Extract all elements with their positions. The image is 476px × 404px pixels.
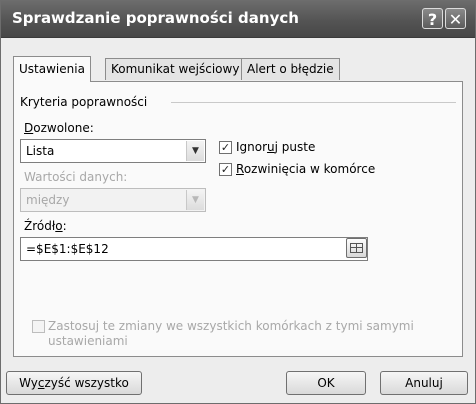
allow-value: Lista [26, 144, 55, 158]
clear-all-button[interactable]: Wyczyść wszystko [6, 371, 142, 395]
cancel-button[interactable]: Anuluj [380, 371, 468, 395]
chevron-down-icon[interactable]: ▼ [186, 190, 204, 210]
data-select[interactable]: między ▼ [20, 188, 206, 212]
data-validation-dialog: Sprawdzanie poprawności danych ? ✕ Ustaw… [0, 0, 476, 404]
dialog-title: Sprawdzanie poprawności danych [12, 9, 299, 27]
close-button[interactable]: ✕ [445, 8, 466, 29]
tab-error-alert[interactable]: Alert o błędzie [241, 58, 340, 80]
allow-label: Dozwolone: [24, 121, 94, 135]
data-value: między [26, 193, 70, 207]
chevron-down-icon[interactable]: ▼ [186, 141, 204, 161]
data-label: Wartości danych: [24, 170, 128, 184]
source-value: =$E$1:$E$12 [26, 242, 109, 256]
ignore-blank-label: Ignoruj puste [236, 140, 316, 154]
title-bar[interactable]: Sprawdzanie poprawności danych ? ✕ [1, 1, 475, 38]
ok-button[interactable]: OK [286, 371, 366, 395]
ignore-blank-checkbox[interactable]: ✓ [219, 141, 232, 154]
apply-to-all-label: Zastosuj te zmiany we wszystkich komórka… [48, 319, 414, 333]
source-input[interactable]: =$E$1:$E$12 [20, 237, 368, 261]
in-cell-dropdown-checkbox[interactable]: ✓ [219, 163, 232, 176]
validation-criteria-label: Kryteria poprawności [20, 95, 148, 109]
apply-to-all-label-line2: ustawieniami [48, 334, 128, 348]
tab-input-message[interactable]: Komunikat wejściowy [105, 58, 246, 80]
group-divider [171, 102, 456, 103]
allow-select[interactable]: Lista ▼ [20, 139, 206, 163]
apply-to-all-checkbox[interactable] [32, 320, 45, 333]
range-select-button[interactable] [346, 238, 367, 258]
source-label: Źródło: [24, 219, 67, 233]
tab-settings[interactable]: Ustawienia [13, 56, 91, 82]
in-cell-dropdown-label: Rozwinięcia w komórce [236, 162, 376, 176]
help-button[interactable]: ? [422, 8, 443, 29]
range-select-icon [350, 243, 363, 253]
